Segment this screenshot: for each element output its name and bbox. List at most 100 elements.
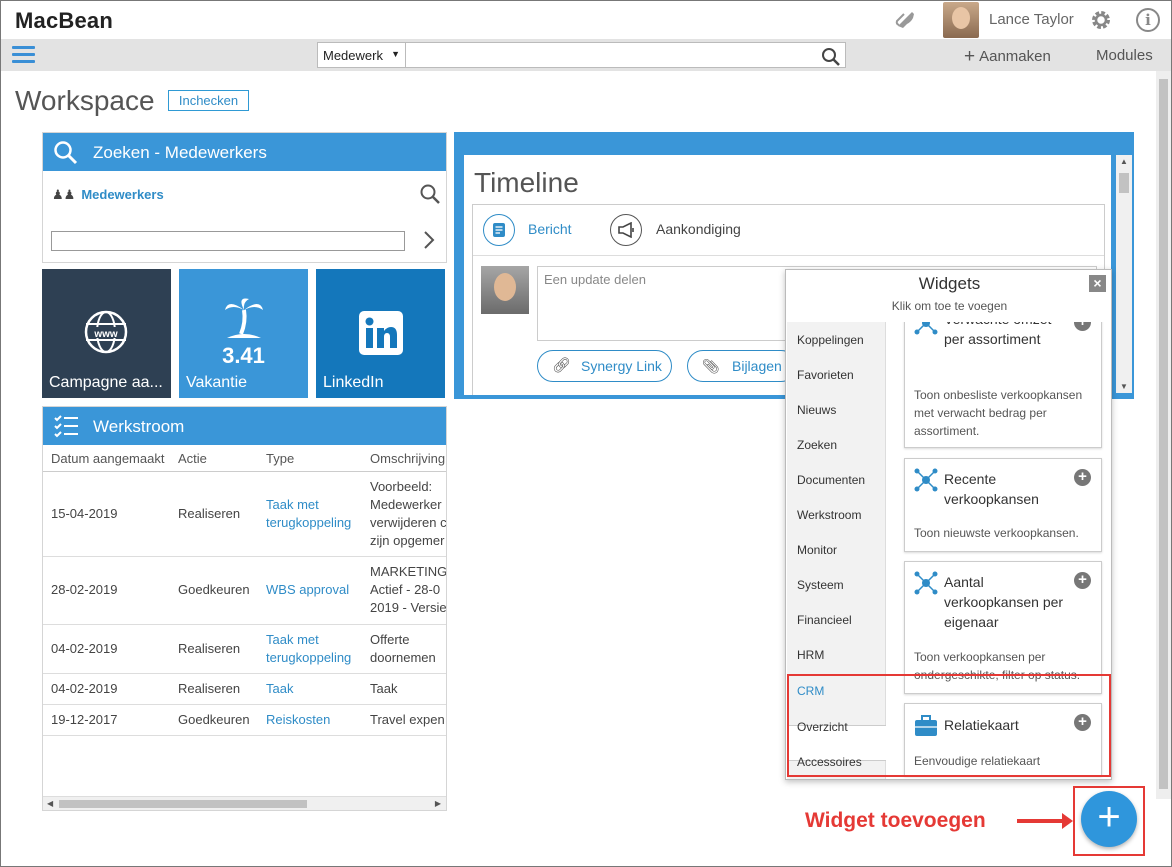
cell-action: Goedkeuren [170, 704, 258, 736]
svg-text:www: www [93, 329, 118, 340]
create-button[interactable]: + Aanmaken [964, 46, 1051, 68]
category-documenten[interactable]: Documenten [797, 473, 865, 487]
category-hrm[interactable]: HRM [797, 648, 824, 662]
cell-description: Taak [362, 673, 446, 705]
user-name[interactable]: Lance Taylor [989, 11, 1074, 28]
table-horizontal-scrollbar[interactable]: ◀ ▶ [43, 796, 446, 810]
tile-campaign[interactable]: www Campagne aa... [42, 269, 171, 398]
category-monitor[interactable]: Monitor [797, 543, 837, 557]
widgets-panel-subtitle: Klik om toe te voegen [891, 299, 1008, 313]
cell-type-link[interactable]: Reiskosten [258, 704, 362, 736]
category-nieuws[interactable]: Nieuws [797, 403, 836, 417]
scrollbar-thumb[interactable] [59, 800, 307, 808]
tab-message[interactable]: Bericht [528, 221, 572, 237]
table-row[interactable]: 15-04-2019 Realiseren Taak met terugkopp… [43, 471, 446, 557]
table-row[interactable]: 04-02-2019 Realiseren Taak Taak [43, 673, 446, 705]
search-icon[interactable] [821, 47, 841, 67]
search-icon [54, 141, 78, 165]
scrollbar-thumb[interactable] [1119, 173, 1129, 193]
employees-label: ♟♟ Medewerkers [52, 187, 164, 203]
col-type[interactable]: Type [258, 447, 362, 472]
category-favorieten[interactable]: Favorieten [797, 368, 854, 382]
menu-icon[interactable] [12, 46, 35, 64]
col-date[interactable]: Datum aangemaakt [43, 447, 170, 472]
scroll-up-icon[interactable]: ▲ [1120, 157, 1128, 166]
table-row[interactable]: 19-12-2017 Goedkeuren Reiskosten Travel … [43, 704, 446, 736]
gear-icon[interactable] [1089, 8, 1113, 32]
col-description[interactable]: Omschrijving [362, 447, 446, 472]
cell-type-link[interactable]: Taak [258, 673, 362, 705]
user-avatar[interactable] [943, 2, 979, 38]
info-icon[interactable]: i [1136, 8, 1160, 32]
tab-announcement[interactable]: Aankondiging [656, 221, 741, 237]
announcement-tab-icon[interactable] [610, 214, 642, 246]
cell-date: 28-02-2019 [43, 556, 170, 625]
close-icon[interactable]: × [1089, 275, 1106, 292]
scroll-down-icon[interactable]: ▼ [1120, 382, 1128, 391]
tile-campaign-label: Campagne aa... [49, 374, 163, 391]
search-scope-value: Medewerk [323, 48, 383, 63]
tile-linkedin[interactable]: LinkedIn [316, 269, 445, 398]
category-systeem[interactable]: Systeem [797, 578, 844, 592]
table-row[interactable]: 28-02-2019 Goedkeuren WBS approval MARKE… [43, 556, 446, 625]
add-widget-button[interactable]: + [1081, 791, 1137, 847]
category-financieel[interactable]: Financieel [797, 613, 852, 627]
cell-type-link[interactable]: Taak met terugkoppeling [258, 624, 362, 674]
search-input[interactable] [406, 42, 846, 68]
table-row[interactable]: 04-02-2019 Realiseren Taak met terugkopp… [43, 624, 446, 674]
megaphone-icon [618, 222, 634, 238]
cell-type-link[interactable]: Taak met terugkoppeling [258, 471, 362, 557]
search-scope-select[interactable]: Medewerk ▼ [317, 42, 406, 68]
category-koppelingen[interactable]: Koppelingen [797, 333, 864, 347]
cell-type-link[interactable]: WBS approval [258, 556, 362, 625]
col-action[interactable]: Actie [170, 447, 258, 472]
add-circle-icon[interactable]: + [1074, 322, 1091, 331]
synergy-link-button[interactable]: 🔗︎ Synergy Link [537, 350, 672, 382]
document-icon [493, 223, 505, 237]
app-window: MacBean Lance Taylor i Medewerk ▼ + Aanma… [0, 0, 1172, 867]
cell-date: 15-04-2019 [43, 471, 170, 557]
bell-icon[interactable] [893, 8, 917, 32]
workflow-widget-title: Werkstroom [93, 417, 185, 436]
message-tab-icon[interactable] [483, 214, 515, 246]
scrollbar-thumb[interactable] [1159, 79, 1168, 789]
add-circle-icon[interactable]: + [1074, 469, 1091, 486]
modules-button[interactable]: Modules [1096, 47, 1153, 64]
timeline-scrollbar[interactable]: ▲ ▼ [1116, 155, 1132, 393]
chevron-right-icon[interactable] [423, 230, 435, 250]
employee-search-input[interactable] [51, 231, 405, 251]
page-title: Workspace [15, 85, 155, 116]
category-zoeken[interactable]: Zoeken [797, 438, 837, 452]
cell-action: Realiseren [170, 624, 258, 674]
cell-date: 04-02-2019 [43, 673, 170, 705]
composer-avatar [481, 266, 529, 314]
widget-card-description: Toon nieuwste verkoopkansen. [914, 526, 1079, 540]
scroll-left-icon[interactable]: ◀ [47, 799, 53, 808]
search-widget-header: Zoeken - Medewerkers [43, 133, 446, 171]
tile-vacation[interactable]: 3.41 Vakantie [179, 269, 308, 398]
search-widget-title: Zoeken - Medewerkers [93, 143, 267, 162]
app-logo[interactable]: MacBean [15, 8, 113, 34]
add-circle-icon[interactable]: + [1074, 572, 1091, 589]
widget-card[interactable]: Recente verkoopkansen + Toon nieuwste ve… [904, 458, 1102, 552]
scroll-right-icon[interactable]: ▶ [435, 799, 441, 808]
cell-date: 19-12-2017 [43, 704, 170, 736]
attachments-button[interactable]: 📎︎ Bijlagen [687, 350, 797, 382]
annotation-label: Widget toevoegen [805, 809, 986, 832]
synergy-link-label: Synergy Link [581, 358, 662, 374]
widget-card-description: Toon onbesliste verkoopkansen met verwac… [914, 388, 1083, 438]
category-werkstroom[interactable]: Werkstroom [797, 508, 861, 522]
checkin-button[interactable]: Inchecken [168, 90, 249, 111]
tile-vacation-label: Vakantie [186, 374, 248, 391]
employees-label-text: Medewerkers [81, 187, 164, 202]
search-icon[interactable] [419, 183, 441, 205]
page-scrollbar[interactable] [1156, 71, 1171, 799]
workflow-table: Datum aangemaakt Actie Type Omschrijving… [43, 447, 446, 736]
widget-card-title: Aantal verkoopkansen per eigenaar [944, 574, 1064, 630]
tile-linkedin-label: LinkedIn [323, 374, 384, 391]
table-header-row: Datum aangemaakt Actie Type Omschrijving [43, 447, 446, 472]
cell-action: Goedkeuren [170, 556, 258, 625]
widget-card[interactable]: Verwachte omzet per assortiment + Toon o… [904, 322, 1102, 448]
cell-description: MARKETING. - Actief - 28-0 2019 - Versie [362, 556, 446, 625]
workflow-widget-header: Werkstroom [43, 407, 446, 445]
